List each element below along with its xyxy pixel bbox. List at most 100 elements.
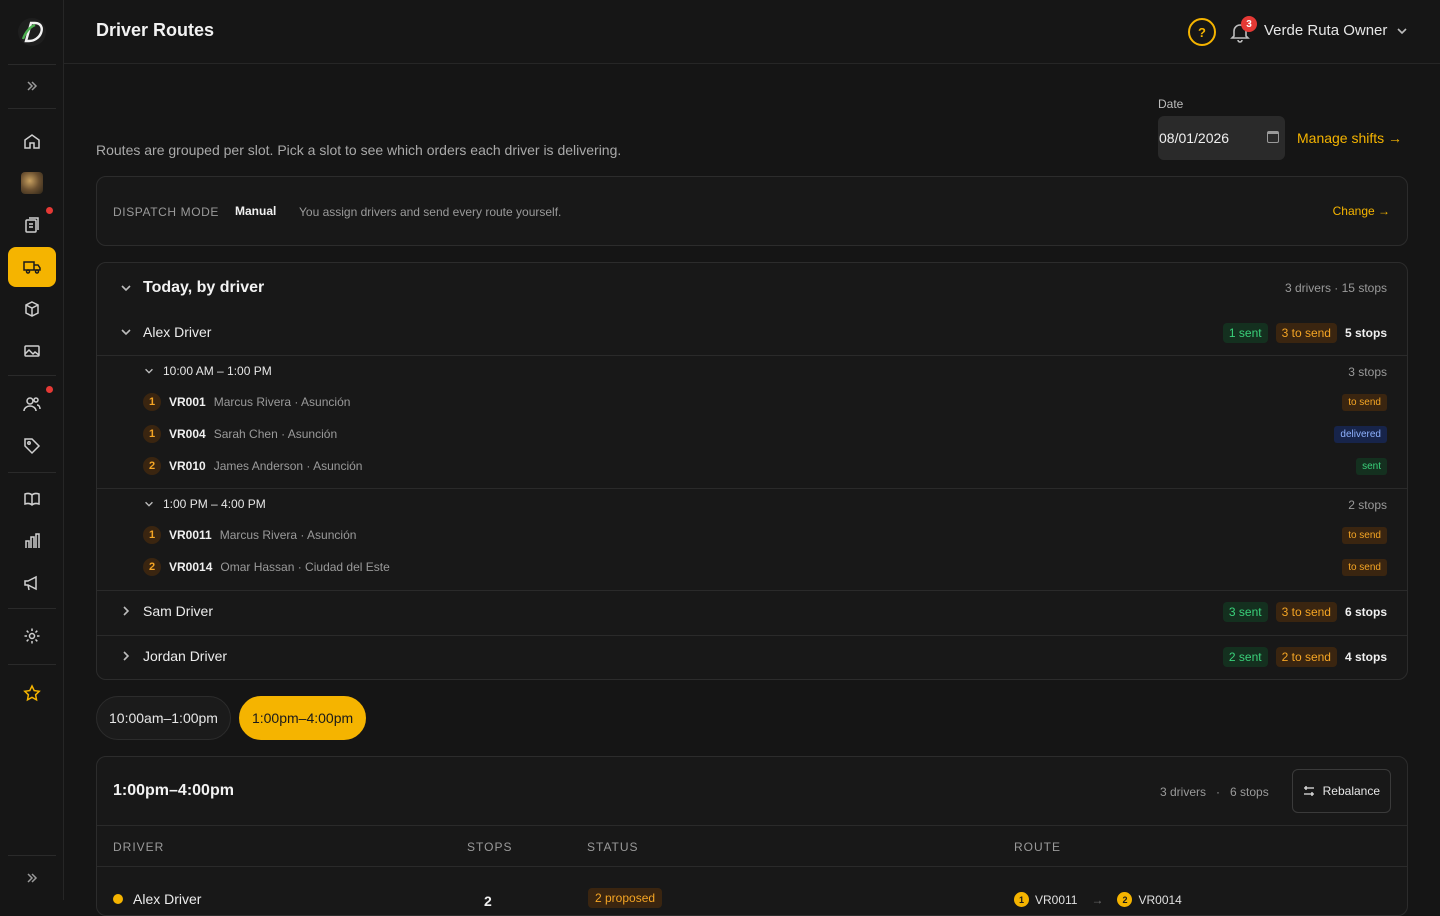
driver-row-jordan[interactable]: Jordan Driver 2 sent 2 to send 4 stops [97, 635, 1407, 679]
status-badge: sent [1356, 458, 1387, 475]
date-input[interactable]: 08/01/2026 [1158, 116, 1285, 160]
sidebar-item-discounts[interactable] [8, 426, 56, 466]
calendar-icon[interactable] [1267, 131, 1279, 143]
sidebar-item-settings[interactable] [8, 616, 56, 656]
chevron-down-icon [1397, 27, 1407, 34]
drivers-count: 3 drivers [1160, 785, 1207, 799]
chevron-right-icon [123, 606, 130, 616]
slot-tab-afternoon[interactable]: 1:00pm–4:00pm [238, 696, 367, 740]
stops-count: 2 [484, 893, 492, 909]
order-row[interactable]: 1 VR001 Marcus Rivera · Asunción [143, 393, 350, 411]
driver-row-sam[interactable]: Sam Driver 3 sent 3 to send 6 stops [97, 590, 1407, 634]
order-meta: Marcus Rivera · Asunción [213, 395, 351, 409]
book-icon [24, 492, 40, 507]
order-row[interactable]: 1 VR0011 Marcus Rivera · Asunción [143, 526, 356, 544]
column-header-status: STATUS [587, 840, 639, 854]
sidebar-item-driver-routes[interactable] [8, 247, 56, 287]
chevrons-right-icon [27, 873, 38, 883]
order-code: VR0014 [169, 560, 213, 574]
today-summary: 3 drivers · 15 stops [1284, 281, 1387, 295]
change-dispatch-mode-link[interactable]: Change → [1333, 204, 1390, 218]
help-icon: ? [1198, 24, 1206, 40]
slot-toggle[interactable]: 10:00 AM – 1:00 PM [143, 364, 272, 378]
slot-stops: 2 stops [1348, 498, 1387, 512]
megaphone-icon [24, 575, 37, 591]
today-section-toggle[interactable]: Today, by driver [119, 279, 264, 297]
home-icon [24, 134, 40, 149]
orders-icon [25, 217, 39, 233]
sidebar-item-favorites[interactable] [8, 673, 56, 713]
slot-stops: 3 stops [1348, 365, 1387, 379]
slot-toggle[interactable]: 1:00 PM – 4:00 PM [143, 497, 266, 511]
notification-count-badge: 3 [1241, 16, 1257, 32]
date-label: Date [1158, 97, 1184, 111]
rebalance-button[interactable]: Rebalance [1291, 769, 1391, 813]
driver-row-alex[interactable]: Alex Driver 1 sent 3 to send 5 stops [97, 311, 1407, 355]
box-icon [25, 301, 39, 317]
stops-count: 6 stops [1230, 785, 1269, 799]
slot-tabs: 10:00am–1:00pm 1:00pm–4:00pm [96, 696, 367, 740]
status-badge: delivered [1334, 426, 1387, 443]
date-value: 08/01/2026 [1159, 130, 1230, 146]
gear-icon [24, 628, 40, 644]
slot-time: 1:00 PM – 4:00 PM [163, 497, 266, 511]
order-code: VR0011 [169, 528, 212, 542]
chart-icon [25, 533, 40, 548]
rebalance-icon [1303, 786, 1314, 796]
sidebar-item-media[interactable] [8, 331, 56, 371]
chevron-down-icon [145, 368, 153, 374]
sent-badge: 2 sent [1222, 647, 1268, 667]
column-header-stops: STOPS [467, 840, 513, 854]
sidebar-item-catalog[interactable] [8, 479, 56, 519]
chevron-right-icon [123, 651, 130, 661]
brand-logo[interactable] [17, 17, 47, 47]
to-send-badge: 3 to send [1275, 323, 1337, 343]
summary-separator: · [1216, 785, 1221, 799]
order-meta: James Anderson · Asunción [213, 459, 363, 473]
status-badge: to send [1342, 559, 1387, 576]
tag-icon [24, 438, 41, 455]
dispatch-mode-value: Manual [235, 204, 277, 218]
sidebar-item-products[interactable] [8, 289, 56, 329]
dispatch-mode-card: DISPATCH MODE Manual You assign drivers … [96, 176, 1408, 246]
user-menu[interactable]: Verde Ruta Owner [1264, 22, 1409, 39]
chevron-down-icon [145, 501, 153, 507]
slot-detail-title: 1:00pm–4:00pm [113, 782, 234, 799]
slot-detail-card: 1:00pm–4:00pm 3 drivers · 6 stops Rebala… [96, 756, 1408, 916]
slot-detail-summary: 3 drivers · 6 stops [1160, 785, 1269, 799]
table-row[interactable]: Alex Driver 2 2 proposed 1 VR0011 → 2 VR… [97, 867, 1407, 915]
sidebar-item-marketing[interactable] [8, 563, 56, 603]
driver-name: Sam Driver [143, 603, 214, 619]
chevron-down-icon [121, 329, 131, 336]
sidebar [0, 0, 64, 900]
expand-sidebar-button[interactable] [0, 66, 64, 106]
sidebar-item-store[interactable] [8, 163, 56, 203]
table-header: DRIVER STOPS STATUS ROUTE [97, 825, 1407, 867]
order-row[interactable]: 2 VR010 James Anderson · Asunción [143, 457, 362, 475]
to-send-badge: 2 to send [1275, 647, 1337, 667]
help-button[interactable]: ? [1188, 18, 1216, 46]
column-header-driver: DRIVER [113, 840, 165, 854]
stop-number: 1 [143, 425, 161, 443]
today-by-driver-card: Today, by driver 3 drivers · 15 stops Al… [96, 262, 1408, 680]
order-code: VR001 [169, 395, 206, 409]
status-badge: 2 proposed [588, 888, 663, 908]
order-meta: Marcus Rivera · Asunción [219, 528, 357, 542]
stop-number: 2 [143, 558, 161, 576]
driver-name: Alex Driver [143, 324, 212, 340]
today-section-title: Today, by driver [143, 279, 265, 296]
order-code: VR004 [169, 427, 206, 441]
chevrons-right-icon [27, 81, 38, 91]
order-row[interactable]: 2 VR0014 Omar Hassan · Ciudad del Este [143, 558, 390, 576]
customers-alert-dot [46, 386, 53, 393]
manage-shifts-link[interactable]: Manage shifts → [1297, 130, 1402, 146]
slot-tab-morning[interactable]: 10:00am–1:00pm [96, 696, 231, 740]
order-row[interactable]: 1 VR004 Sarah Chen · Asunción [143, 425, 337, 443]
store-avatar [21, 172, 43, 194]
collapse-sidebar-button[interactable] [0, 858, 64, 898]
sidebar-item-analytics[interactable] [8, 521, 56, 561]
sidebar-item-home[interactable] [8, 121, 56, 161]
chevron-down-icon [121, 285, 131, 292]
page-description: Routes are grouped per slot. Pick a slot… [96, 142, 622, 158]
users-icon [23, 397, 41, 412]
